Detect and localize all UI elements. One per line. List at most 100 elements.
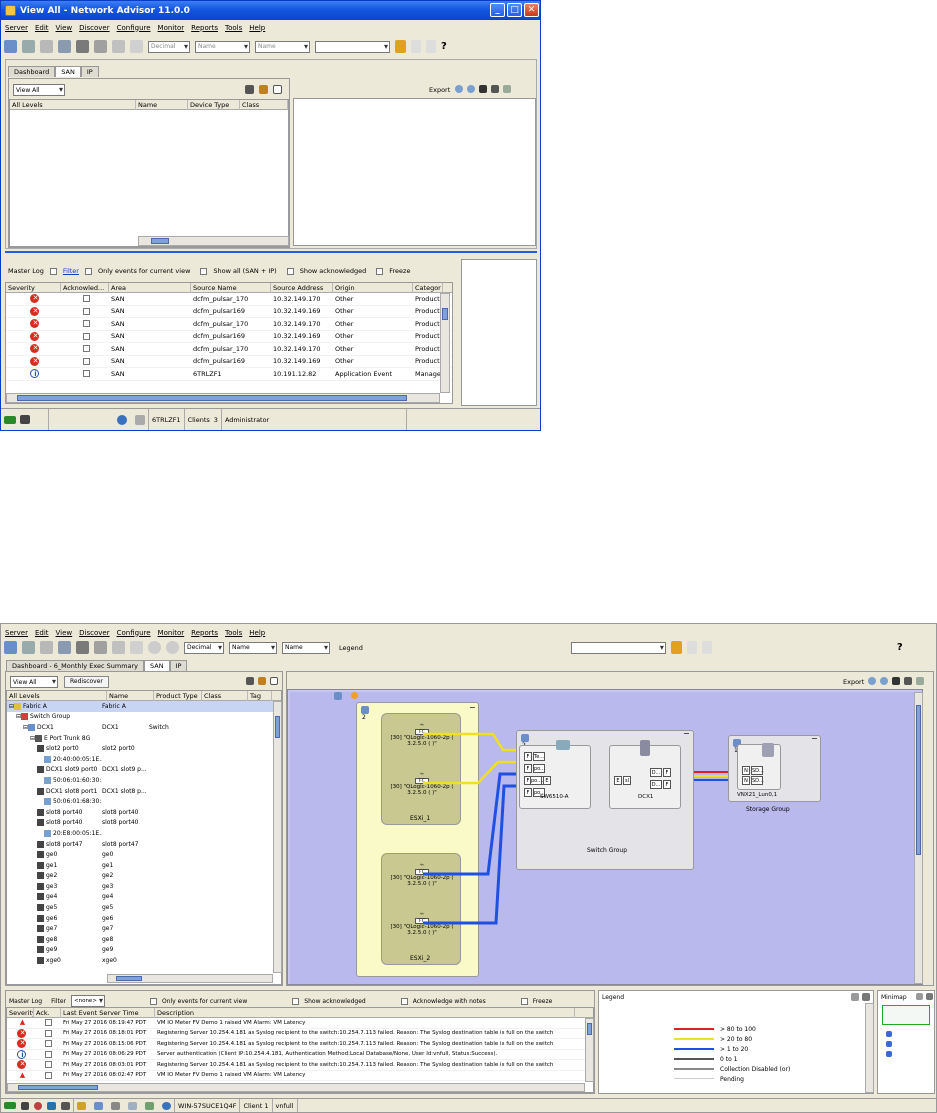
- add-icon[interactable]: [76, 641, 89, 654]
- log-hscrollbar-2[interactable]: [7, 1083, 585, 1092]
- tree-node[interactable]: xge0 xge0: [7, 955, 281, 966]
- tree-node[interactable]: ge5 ge5: [7, 902, 281, 913]
- search-combo[interactable]: [315, 40, 390, 53]
- menu-server[interactable]: Server: [5, 629, 28, 637]
- topology-canvas-2[interactable]: 2 − ⌁ FC [30] "QLogic-1060-2p ( 3.2.5.0 …: [287, 689, 923, 985]
- freeze-checkbox[interactable]: [376, 267, 384, 275]
- col-device-type[interactable]: Device Type: [188, 99, 240, 110]
- tree-node[interactable]: slot2 port0 slot2 port0: [7, 743, 281, 754]
- ack-checkbox[interactable]: [45, 1061, 52, 1069]
- menu-reports[interactable]: Reports: [191, 629, 218, 637]
- grid-icon[interactable]: [245, 85, 254, 94]
- col-severity[interactable]: Severity: [6, 282, 61, 293]
- zoom-in-icon[interactable]: [868, 677, 876, 685]
- tree-hscrollbar[interactable]: [138, 236, 289, 246]
- tab-ip[interactable]: IP: [169, 660, 188, 671]
- minimap-viewport[interactable]: [882, 1005, 930, 1025]
- copy-icon[interactable]: [130, 641, 143, 654]
- tree-node[interactable]: 50:06:01:60:30:...: [7, 775, 281, 786]
- tab-dashboard[interactable]: Dashboard: [8, 66, 56, 77]
- port-f[interactable]: F: [524, 764, 532, 773]
- log-row[interactable]: ✕ SAN dcfm_pulsar169 10.32.149.169 Other Prod…: [6, 356, 452, 368]
- log-row[interactable]: ▲ Fri May 27 2016 08:19:47 PDT VM IO Meter…: [7, 1018, 593, 1029]
- ack-checkbox[interactable]: [45, 1071, 52, 1079]
- menu-help[interactable]: Help: [249, 24, 265, 32]
- copy-icon[interactable]: [130, 40, 143, 53]
- settings-icon[interactable]: [916, 677, 924, 685]
- ack-checkbox[interactable]: [82, 307, 90, 315]
- tree-node[interactable]: ⊟ Switch Group: [7, 712, 281, 723]
- col-class[interactable]: Class: [240, 99, 288, 110]
- tree-node[interactable]: ge4 ge4: [7, 892, 281, 903]
- label-combo-1[interactable]: Name: [229, 641, 277, 654]
- folder-icon[interactable]: [94, 641, 107, 654]
- zoom-in-icon[interactable]: [455, 85, 463, 93]
- settings-icon[interactable]: [503, 85, 511, 93]
- label-combo-1[interactable]: Name: [195, 40, 250, 53]
- scroll-thumb[interactable]: [587, 1023, 592, 1035]
- port-sd-2[interactable]: SD...: [751, 776, 764, 785]
- menu-view[interactable]: View: [56, 629, 73, 637]
- diamond-icon[interactable]: [76, 40, 89, 53]
- topology-canvas[interactable]: [293, 98, 536, 246]
- search-icon[interactable]: [395, 40, 406, 53]
- ack-checkbox[interactable]: [82, 370, 90, 378]
- filter-combo[interactable]: <none>: [70, 995, 105, 1007]
- port-label[interactable]: po...: [533, 764, 545, 773]
- fit-icon[interactable]: [479, 85, 487, 93]
- show-all-checkbox[interactable]: [200, 267, 208, 275]
- tree-node[interactable]: DCX1 slot9 port0 DCX1 slot9 p...: [7, 765, 281, 776]
- discover-icon[interactable]: [4, 40, 17, 53]
- scroll-thumb[interactable]: [275, 716, 280, 738]
- menu-tools[interactable]: Tools: [225, 24, 242, 32]
- menu-view[interactable]: View: [56, 24, 73, 32]
- col-ack[interactable]: Ack.: [34, 1007, 61, 1018]
- menu-configure[interactable]: Configure: [117, 24, 151, 32]
- legend-button[interactable]: Legend: [339, 644, 363, 652]
- globe-icon[interactable]: [148, 641, 161, 654]
- ack-checkbox[interactable]: [45, 1029, 52, 1037]
- ack-checkbox[interactable]: [82, 332, 90, 340]
- zoom-out-icon[interactable]: [880, 677, 888, 685]
- tree-node[interactable]: ⊟ DCX1 DCX1 Switch: [7, 722, 281, 733]
- search-combo[interactable]: [570, 641, 666, 654]
- grid-icon[interactable]: [246, 677, 254, 685]
- tree-node[interactable]: ge1 ge1: [7, 860, 281, 871]
- ack-checkbox[interactable]: [82, 295, 90, 303]
- refresh-icon[interactable]: [166, 641, 179, 654]
- scroll-thumb[interactable]: [116, 976, 142, 981]
- label-combo-2[interactable]: Name: [255, 40, 310, 53]
- device-icon[interactable]: [61, 1101, 70, 1110]
- zone-icon[interactable]: [58, 641, 71, 654]
- log-vscrollbar[interactable]: [440, 293, 450, 393]
- log-row[interactable]: ✕ SAN dcfm_pulsar_170 10.32.149.170 Other Pro…: [6, 293, 452, 306]
- down-icon[interactable]: [426, 40, 436, 53]
- fit-icon[interactable]: [892, 677, 900, 685]
- scroll-thumb[interactable]: [17, 395, 407, 401]
- log-hscrollbar[interactable]: [6, 393, 440, 403]
- layout-icon[interactable]: [491, 85, 499, 93]
- freeze-checkbox[interactable]: [520, 997, 528, 1005]
- users-icon[interactable]: [162, 1101, 171, 1110]
- only-events-checkbox[interactable]: [84, 267, 92, 275]
- document-icon[interactable]: [22, 641, 35, 654]
- ack-checkbox[interactable]: [82, 345, 90, 353]
- port-n-2[interactable]: N: [742, 776, 750, 785]
- maximize-button[interactable]: □: [507, 3, 522, 17]
- rediscover-button[interactable]: Rediscover: [64, 676, 109, 688]
- log-row[interactable]: i SAN 6TRLZF1 10.191.12.82 Application Event…: [6, 368, 452, 381]
- help-icon[interactable]: ?: [897, 642, 903, 653]
- ack-checkbox[interactable]: [45, 1019, 52, 1027]
- tree-node[interactable]: ge2 ge2: [7, 871, 281, 882]
- col-acknowledged[interactable]: Acknowled...: [61, 282, 109, 293]
- sort-icon[interactable]: [258, 677, 266, 685]
- col-origin[interactable]: Origin: [333, 282, 413, 293]
- port-f-e[interactable]: po...: [530, 776, 542, 785]
- alert-icon[interactable]: [34, 1101, 42, 1110]
- collapse-icon[interactable]: −: [683, 729, 690, 738]
- topology-icon[interactable]: [40, 40, 53, 53]
- col-tag[interactable]: Tag: [248, 690, 272, 701]
- down-icon[interactable]: [701, 641, 712, 654]
- float-icon[interactable]: [862, 993, 870, 1001]
- port-label[interactable]: Te...: [533, 752, 545, 761]
